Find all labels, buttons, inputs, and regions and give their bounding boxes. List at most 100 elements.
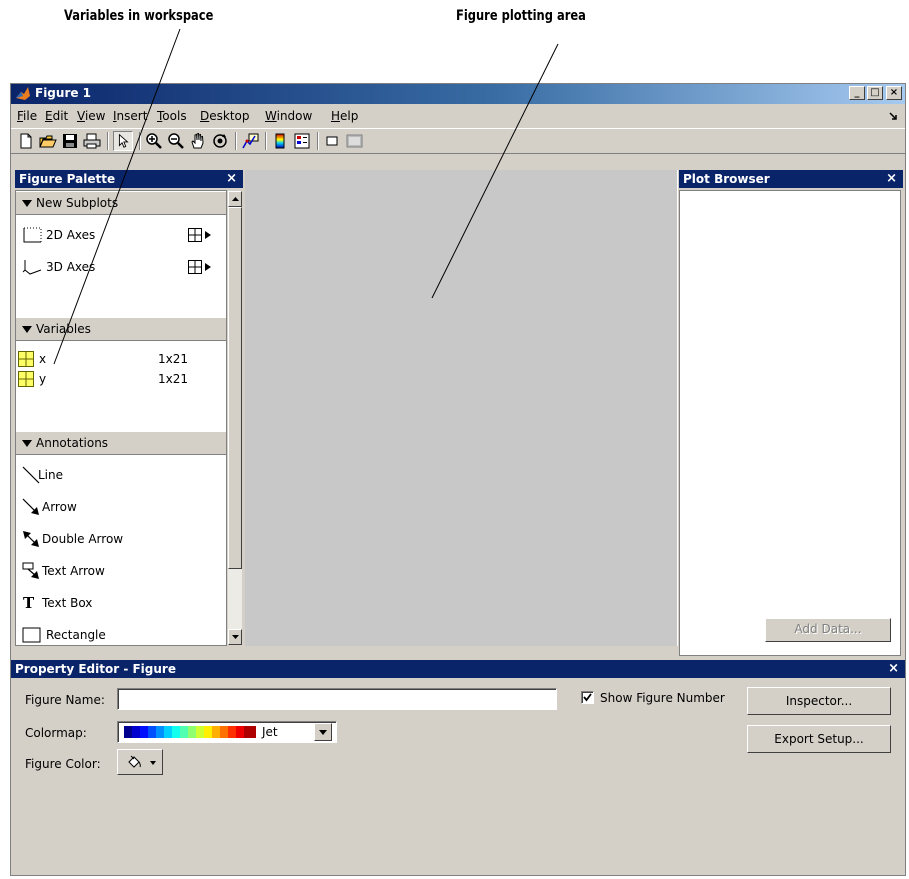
section-new-subplots[interactable]: New Subplots (16, 191, 226, 215)
annotation-label: Rectangle (46, 628, 106, 642)
grid-layout-icon[interactable] (188, 228, 202, 242)
show-plot-tools-icon[interactable] (345, 132, 363, 150)
arrow-icon (22, 498, 39, 515)
checkmark-icon (583, 693, 592, 702)
annotation-label: Line (38, 468, 64, 482)
new-figure-icon[interactable] (17, 132, 35, 150)
annotation-label: Text Box (42, 596, 93, 610)
figure-name-label: Figure Name: (25, 693, 105, 707)
print-icon[interactable] (83, 132, 101, 150)
scroll-thumb[interactable] (228, 207, 242, 569)
window-title: Figure 1 (35, 86, 92, 100)
minimize-button[interactable]: _ (849, 86, 865, 100)
subplot-label: 3D Axes (46, 260, 96, 274)
annotation-label: Arrow (42, 500, 77, 514)
maximize-button[interactable]: □ (867, 86, 883, 100)
annotation-double-arrow[interactable]: Double Arrow (22, 529, 202, 549)
rotate-3d-icon[interactable] (211, 132, 229, 150)
figure-window: Figure 1 _ □ × File Edit View Insert Too… (10, 83, 906, 876)
edit-plot-arrow-icon[interactable] (113, 131, 133, 151)
text-arrow-icon (22, 562, 39, 579)
colormap-dropdown-button[interactable] (314, 723, 332, 741)
figure-plotting-area[interactable] (245, 170, 678, 646)
submenu-arrow-icon[interactable] (205, 231, 211, 239)
collapse-triangle-icon (22, 326, 32, 333)
figure-palette-title-bar: Figure Palette × (15, 170, 243, 188)
figure-color-button[interactable] (117, 749, 163, 775)
insert-colorbar-icon[interactable] (271, 132, 289, 150)
insert-legend-icon[interactable] (293, 132, 311, 150)
menu-view[interactable]: View (77, 109, 105, 123)
show-figure-number-checkbox[interactable] (581, 691, 594, 704)
colormap-dropdown[interactable]: Jet (117, 721, 337, 743)
figure-palette-body: New Subplots 2D Axes 3D Axes Variables x… (15, 190, 227, 646)
callout-variables-in-workspace: Variables in workspace (64, 8, 214, 24)
submenu-arrow-icon[interactable] (205, 263, 211, 271)
menu-tools[interactable]: Tools (157, 109, 187, 123)
figure-palette-close-icon[interactable]: × (226, 171, 237, 186)
section-label: New Subplots (36, 196, 119, 210)
pan-hand-icon[interactable] (189, 132, 207, 150)
toolbar-separator (265, 132, 267, 150)
annotation-rectangle[interactable]: Rectangle (22, 625, 202, 645)
variable-x[interactable]: x 1x21 (18, 351, 218, 369)
up-arrow-icon (232, 197, 239, 201)
annotation-text-arrow[interactable]: Text Arrow (22, 561, 202, 581)
zoom-out-icon[interactable] (167, 132, 185, 150)
property-editor: Property Editor - Figure × Figure Name: … (11, 660, 905, 875)
menu-edit[interactable]: Edit (45, 109, 68, 123)
undock-arrow-icon[interactable] (889, 112, 897, 120)
annotation-arrow[interactable]: Arrow (22, 497, 202, 517)
toolbar-separator (107, 132, 109, 150)
scroll-up-button[interactable] (228, 191, 242, 207)
variable-y[interactable]: y 1x21 (18, 371, 218, 389)
menu-file[interactable]: File (17, 109, 37, 123)
figure-name-field[interactable] (117, 688, 557, 710)
inspector-button[interactable]: Inspector... (747, 687, 891, 715)
open-file-icon[interactable] (39, 132, 57, 150)
variable-name: y (39, 372, 47, 386)
plot-browser-close-icon[interactable]: × (886, 171, 897, 186)
menu-help[interactable]: Help (331, 109, 358, 123)
subplot-3d-axes[interactable]: 3D Axes (22, 257, 222, 277)
matlab-logo-icon (16, 87, 30, 100)
save-icon[interactable] (61, 132, 79, 150)
title-bar[interactable]: Figure 1 _ □ × (11, 84, 905, 104)
add-data-button[interactable]: Add Data... (765, 618, 891, 642)
figure-palette-title: Figure Palette (19, 172, 116, 186)
figure-color-label: Figure Color: (25, 757, 101, 771)
grid-layout-icon[interactable] (188, 260, 202, 274)
menu-insert[interactable]: Insert (113, 109, 147, 123)
menu-desktop[interactable]: Desktop (200, 109, 250, 123)
figure-palette: Figure Palette × New Subplots 2D Axes 3D… (15, 170, 243, 646)
subplot-label: 2D Axes (46, 228, 96, 242)
plot-browser-title-bar: Plot Browser × (679, 170, 903, 188)
close-button[interactable]: × (886, 86, 902, 100)
menu-bar: File Edit View Insert Tools Desktop Wind… (11, 106, 905, 126)
section-annotations[interactable]: Annotations (16, 431, 226, 455)
show-figure-number-label: Show Figure Number (600, 691, 725, 705)
variable-grid-icon (18, 351, 34, 367)
data-cursor-icon[interactable] (241, 132, 259, 150)
property-editor-close-icon[interactable]: × (888, 661, 899, 676)
axes-2d-icon (23, 227, 42, 243)
collapse-triangle-icon (22, 200, 32, 207)
toolbar-separator (235, 132, 237, 150)
annotation-label: Double Arrow (42, 532, 124, 546)
plot-browser-list[interactable] (679, 190, 901, 656)
figure-toolbar (11, 128, 905, 154)
jet-colormap-swatch-icon (124, 726, 256, 738)
annotation-line[interactable]: Line (22, 465, 202, 485)
hide-plot-tools-icon[interactable] (323, 132, 341, 150)
annotation-text-box[interactable]: T Text Box (22, 593, 202, 613)
text-box-icon: T (23, 594, 35, 612)
subplot-2d-axes[interactable]: 2D Axes (22, 225, 222, 245)
section-variables[interactable]: Variables (16, 317, 226, 341)
colormap-label: Colormap: (25, 726, 87, 740)
menu-window[interactable]: Window (265, 109, 312, 123)
zoom-in-icon[interactable] (145, 132, 163, 150)
export-setup-button[interactable]: Export Setup... (747, 725, 891, 753)
palette-scrollbar[interactable] (227, 190, 243, 646)
double-arrow-icon (23, 531, 39, 547)
scroll-down-button[interactable] (228, 629, 242, 645)
